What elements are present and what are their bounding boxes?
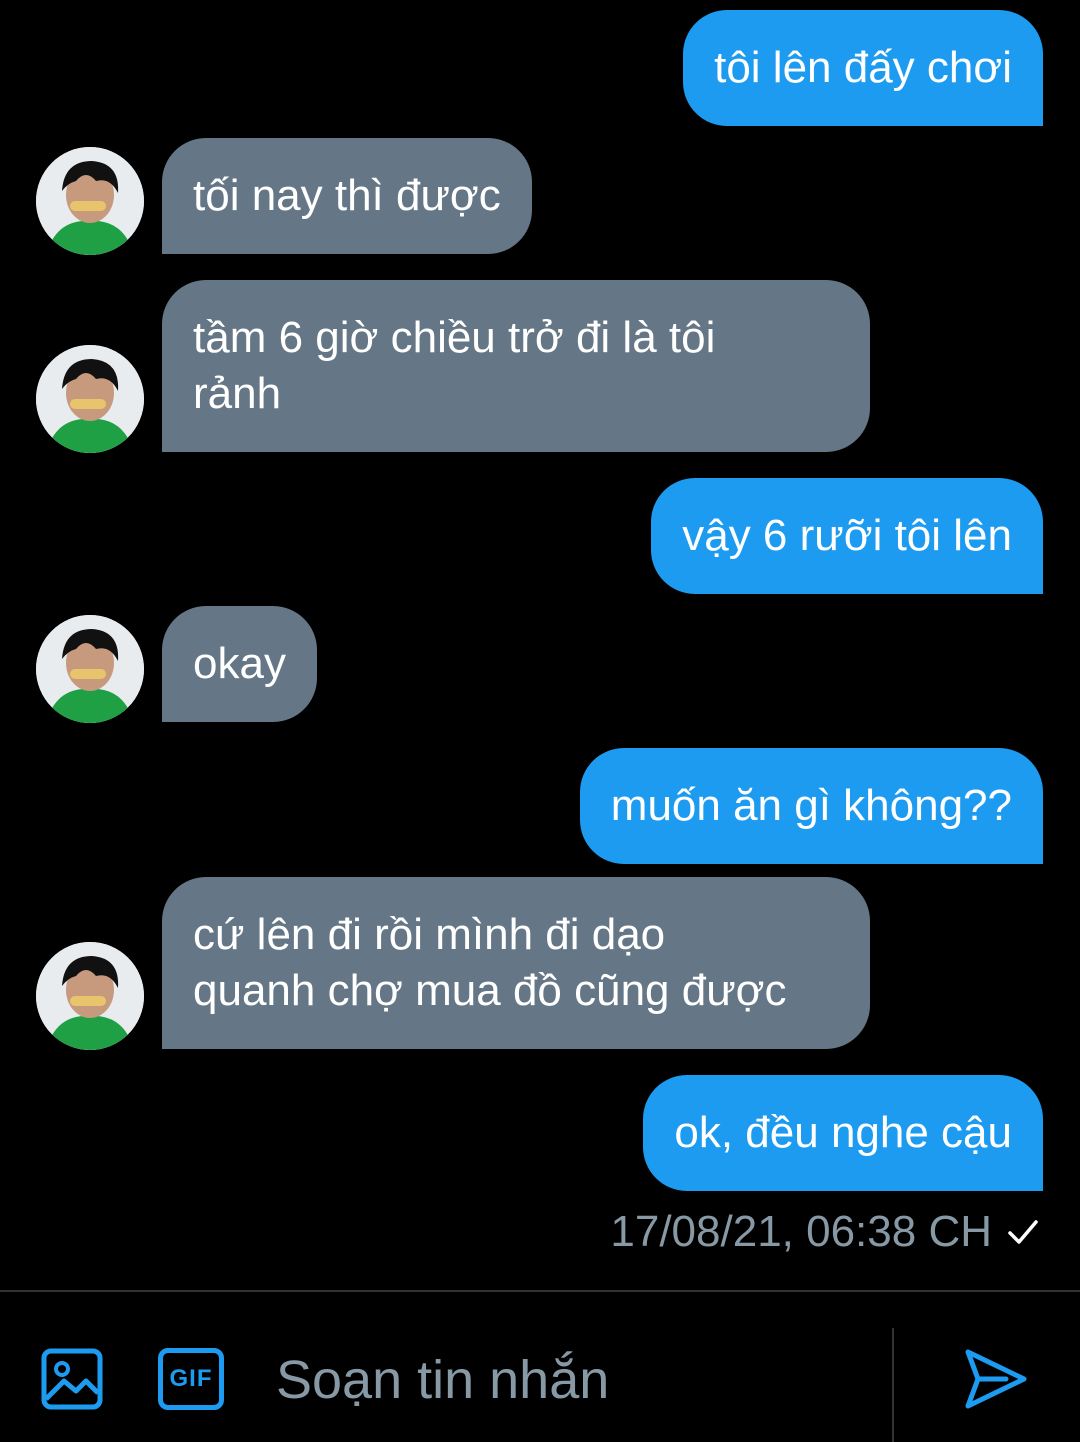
- contact-avatar[interactable]: [36, 615, 144, 723]
- received-message-bubble[interactable]: tầm 6 giờ chiều trở đi là tôi rảnh: [162, 280, 870, 452]
- contact-avatar[interactable]: [36, 942, 144, 1050]
- composer-divider: [892, 1328, 894, 1442]
- image-icon[interactable]: [40, 1347, 104, 1411]
- contact-avatar[interactable]: [36, 147, 144, 255]
- avatar-image: [36, 615, 144, 723]
- message-timestamp: 17/08/21, 06:38 CH: [610, 1207, 992, 1256]
- sent-message-bubble[interactable]: tôi lên đấy chơi: [683, 10, 1043, 126]
- received-message-bubble[interactable]: tối nay thì được: [162, 138, 532, 254]
- received-message-bubble[interactable]: cứ lên đi rồi mình đi dạo quanh chợ mua …: [162, 877, 870, 1049]
- send-icon[interactable]: [962, 1346, 1028, 1412]
- check-icon: [1008, 1220, 1038, 1244]
- message-composer: GIF: [0, 1290, 1080, 1442]
- avatar-image: [36, 147, 144, 255]
- received-message-bubble[interactable]: okay: [162, 606, 317, 722]
- avatar-image: [36, 942, 144, 1050]
- message-input[interactable]: [276, 1347, 866, 1413]
- contact-avatar[interactable]: [36, 345, 144, 453]
- gif-button[interactable]: GIF: [158, 1348, 224, 1410]
- sent-message-bubble[interactable]: vậy 6 rưỡi tôi lên: [651, 478, 1043, 594]
- sent-message-bubble[interactable]: ok, đều nghe cậu: [643, 1075, 1043, 1191]
- avatar-image: [36, 345, 144, 453]
- message-timestamp-row: 17/08/21, 06:38 CH: [610, 1204, 1040, 1260]
- sent-message-bubble[interactable]: muốn ăn gì không??: [579, 748, 1043, 864]
